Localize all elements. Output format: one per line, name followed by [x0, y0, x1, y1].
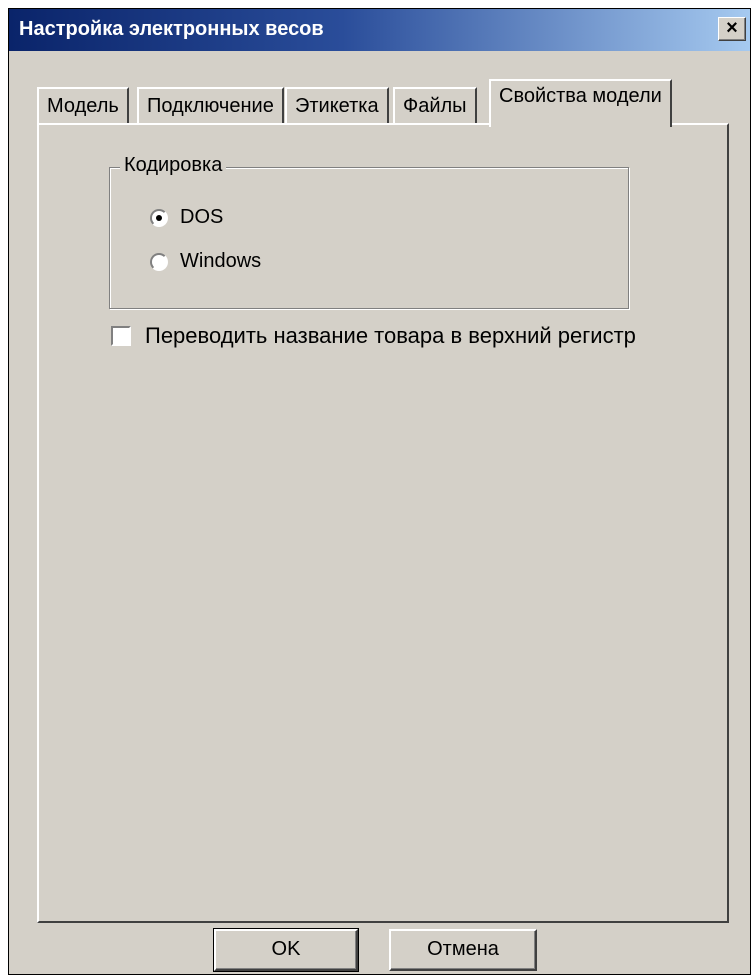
- tab-connection[interactable]: Подключение: [137, 87, 284, 125]
- tab-label: Свойства модели: [499, 85, 662, 107]
- radio-windows[interactable]: Windows: [150, 250, 261, 273]
- tab-model-properties[interactable]: Свойства модели: [489, 79, 672, 127]
- cancel-button[interactable]: Отмена: [389, 929, 537, 971]
- close-button[interactable]: ×: [718, 17, 746, 41]
- uppercase-checkbox-row[interactable]: Переводить название товара в верхний рег…: [111, 323, 636, 349]
- tab-label: Этикетка: [295, 95, 379, 117]
- encoding-group-label: Кодировка: [120, 154, 227, 177]
- radio-button-selected-icon[interactable]: [150, 208, 168, 227]
- ok-button[interactable]: OK: [213, 928, 359, 972]
- tab-label-settings[interactable]: Этикетка: [285, 87, 389, 125]
- radio-windows-label: Windows: [180, 250, 262, 272]
- tab-model[interactable]: Модель: [37, 87, 129, 125]
- cancel-button-label: Отмена: [427, 938, 499, 960]
- encoding-group: Кодировка DOS Windows: [109, 154, 629, 309]
- tab-files[interactable]: Файлы: [393, 87, 477, 125]
- close-icon: ×: [726, 17, 738, 39]
- tab-label: Модель: [47, 95, 119, 117]
- uppercase-checkbox-label: Переводить название товара в верхний рег…: [145, 323, 636, 348]
- settings-dialog: Настройка электронных весов × Модель Под…: [8, 8, 751, 975]
- tab-label: Подключение: [147, 95, 274, 117]
- radio-dos-label: DOS: [180, 206, 224, 228]
- uppercase-checkbox[interactable]: [111, 326, 131, 346]
- tab-panel: Кодировка DOS Windows Переводить названи…: [37, 123, 729, 923]
- ok-button-label: OK: [271, 938, 301, 960]
- tab-label: Файлы: [403, 95, 467, 117]
- radio-dos[interactable]: DOS: [150, 206, 223, 229]
- radio-button-icon[interactable]: [150, 252, 168, 271]
- window-title: Настройка электронных весов: [19, 18, 324, 40]
- title-bar[interactable]: Настройка электронных весов ×: [9, 9, 750, 51]
